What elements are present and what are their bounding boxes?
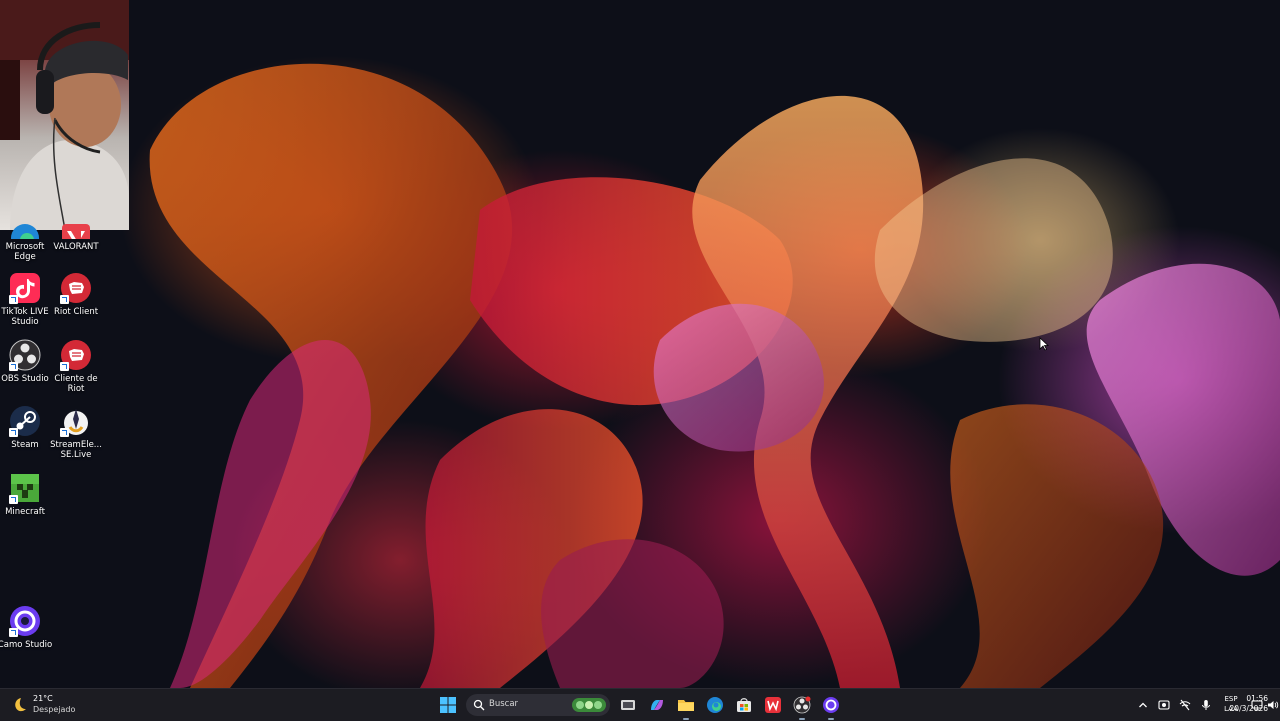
desktop-icon-riot-client[interactable]: Riot Client	[48, 272, 104, 317]
desktop-icon-obs-studio[interactable]: OBS Studio	[0, 339, 53, 384]
tray-network-button[interactable]	[1179, 699, 1191, 711]
clock-time: 01:56	[1246, 694, 1268, 703]
shortcut-arrow-icon	[9, 295, 18, 304]
desktop-icon-label: StreamEle... SE.Live	[50, 440, 102, 460]
desktop-icon-cliente-de-riot[interactable]: Cliente de Riot	[48, 339, 104, 394]
webcam-overlay	[0, 0, 129, 230]
desktop-icon-label: Cliente de Riot	[54, 374, 98, 394]
webcam-person	[0, 0, 129, 230]
show-hidden-icons-button[interactable]	[1137, 699, 1149, 711]
taskbar: 21°C Despejado Buscar ESP LAA 01:56 20/3…	[0, 688, 1280, 721]
search-placeholder: Buscar	[489, 699, 519, 709]
desktop-icon-streamelements[interactable]: StreamEle... SE.Live	[48, 405, 104, 460]
desktop-icon-steam[interactable]: Steam	[0, 405, 53, 450]
edge-icon	[707, 697, 723, 713]
tray-app-icon	[1158, 700, 1170, 710]
speaker-icon	[1268, 701, 1279, 709]
wallpaper	[149, 63, 1280, 688]
desktop-icon-label: Microsoft Edge	[5, 242, 45, 262]
tray-app-button[interactable]	[1158, 699, 1170, 711]
riot-fist-icon	[60, 272, 92, 304]
windows-logo-icon	[440, 697, 456, 713]
task-view-button[interactable]	[617, 694, 639, 716]
shortcut-arrow-icon	[60, 428, 69, 437]
streamelements-icon	[60, 405, 92, 437]
shortcut-arrow-icon	[60, 362, 69, 371]
taskbar-obs-studio[interactable]	[791, 694, 813, 720]
obs-icon	[793, 696, 811, 714]
taskbar-wps-office[interactable]	[762, 694, 784, 716]
taskbar-search-box[interactable]: Buscar	[466, 694, 610, 716]
task-view-icon	[621, 700, 635, 710]
taskbar-edge[interactable]	[704, 694, 726, 716]
taskbar-clock[interactable]: 01:56 20/3/2026	[1222, 694, 1268, 714]
tiktok-icon	[9, 272, 41, 304]
taskbar-file-explorer[interactable]	[675, 694, 697, 720]
wps-office-icon	[765, 697, 781, 713]
steam-icon	[9, 405, 41, 437]
desktop-icon-camo-studio[interactable]: Camo Studio	[0, 605, 53, 650]
desktop-icon-label: Steam	[11, 440, 39, 450]
copilot-icon	[651, 700, 663, 710]
shortcut-arrow-icon	[9, 428, 18, 437]
desktop-icon-label: TikTok LIVE Studio	[1, 307, 49, 327]
start-button[interactable]	[437, 694, 459, 716]
network-disconnected-icon	[1179, 699, 1191, 711]
search-icon	[473, 699, 485, 711]
edge-icon	[9, 222, 41, 239]
clock-date: 20/3/2026	[1229, 704, 1268, 713]
store-icon	[737, 698, 751, 712]
taskbar-camo-studio[interactable]	[820, 694, 842, 720]
valorant-icon	[60, 222, 92, 239]
riot-fist-icon	[60, 339, 92, 371]
taskbar-copilot[interactable]	[646, 694, 668, 716]
microphone-icon	[1202, 700, 1210, 710]
desktop[interactable]: Microsoft Edge VALORANT TikTok LIVE Stud…	[0, 0, 1280, 688]
weather-condition: Despejado	[33, 705, 76, 714]
shortcut-arrow-icon	[60, 295, 69, 304]
folder-icon	[678, 700, 694, 711]
tray-volume-button[interactable]	[1267, 699, 1279, 711]
desktop-icon-label: Riot Client	[53, 307, 99, 317]
desktop-icon-label: VALORANT	[53, 242, 99, 252]
mouse-cursor-icon	[1039, 337, 1049, 351]
shortcut-arrow-icon	[9, 628, 18, 637]
moon-icon	[15, 698, 26, 712]
search-highlight-icon	[572, 698, 606, 712]
weather-temperature: 21°C	[33, 694, 53, 703]
camo-icon	[9, 605, 41, 637]
desktop-icon-edge[interactable]: Microsoft Edge	[0, 222, 53, 262]
taskbar-store[interactable]	[733, 694, 755, 716]
tray-microphone-button[interactable]	[1200, 699, 1212, 711]
minecraft-icon	[9, 472, 41, 504]
desktop-icon-label: Camo Studio	[0, 640, 53, 650]
camo-icon	[823, 697, 839, 713]
obs-icon	[9, 339, 41, 371]
chevron-up-icon	[1139, 702, 1147, 708]
desktop-icon-tiktok-live-studio[interactable]: TikTok LIVE Studio	[0, 272, 53, 327]
desktop-icon-minecraft[interactable]: Minecraft	[0, 472, 53, 517]
desktop-icon-valorant[interactable]: VALORANT	[48, 222, 104, 252]
desktop-icon-label: Minecraft	[5, 507, 45, 517]
shortcut-arrow-icon	[9, 362, 18, 371]
desktop-icon-label: OBS Studio	[1, 374, 49, 384]
shortcut-arrow-icon	[9, 495, 18, 504]
